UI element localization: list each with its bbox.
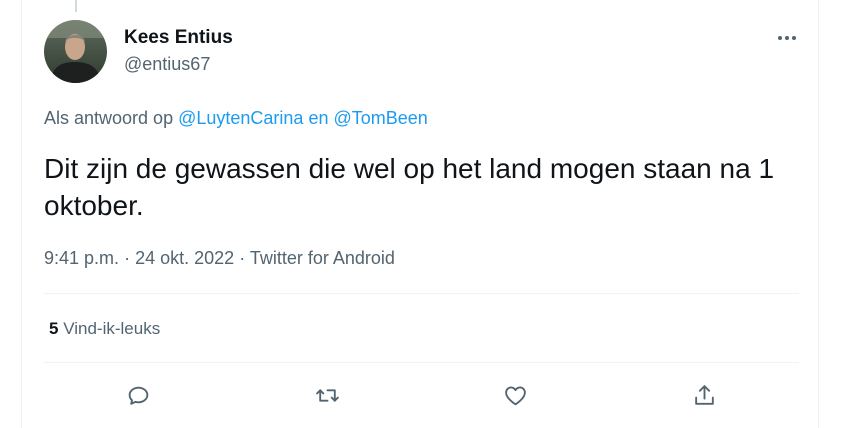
tweet-date[interactable]: 24 okt. 2022 — [135, 248, 234, 268]
reply-button[interactable] — [123, 380, 153, 410]
share-button[interactable] — [689, 380, 719, 410]
share-icon — [694, 384, 714, 405]
reply-prefix: Als antwoord op — [44, 108, 174, 128]
like-icon — [504, 386, 526, 405]
tweet-meta: 9:41 p.m. · 24 okt. 2022 · Twitter for A… — [44, 248, 395, 269]
reply-context: Als antwoord op @LuytenCarina en @TomBee… — [44, 108, 428, 129]
mention-link-2[interactable]: @TomBeen — [334, 108, 428, 128]
tweet-source[interactable]: Twitter for Android — [250, 248, 395, 268]
likes-label: Vind-ik-leuks — [63, 319, 161, 338]
tweet-time[interactable]: 9:41 p.m. — [44, 248, 119, 268]
meta-separator: · — [124, 248, 131, 268]
likes-count: 5 — [49, 319, 59, 338]
more-icon — [778, 36, 796, 40]
divider — [44, 293, 799, 294]
more-options-button[interactable] — [772, 26, 802, 50]
reply-icon — [128, 386, 148, 405]
avatar[interactable] — [44, 20, 107, 83]
retweet-button[interactable] — [312, 380, 342, 410]
thread-line — [75, 0, 77, 12]
author-name[interactable]: Kees Entius — [124, 27, 233, 49]
author-handle[interactable]: @entius67 — [124, 54, 210, 75]
divider — [44, 362, 799, 363]
reply-conjunction: en — [308, 108, 329, 128]
tweet-text: Dit zijn de gewassen die wel op het land… — [44, 153, 775, 221]
likes-stat[interactable]: 5 Vind-ik-leuks — [49, 319, 160, 339]
meta-separator: · — [239, 248, 246, 268]
mention-link-1[interactable]: @LuytenCarina — [178, 108, 303, 128]
retweet-icon — [315, 388, 339, 402]
like-button[interactable] — [500, 380, 530, 410]
avatar-image — [44, 20, 107, 83]
